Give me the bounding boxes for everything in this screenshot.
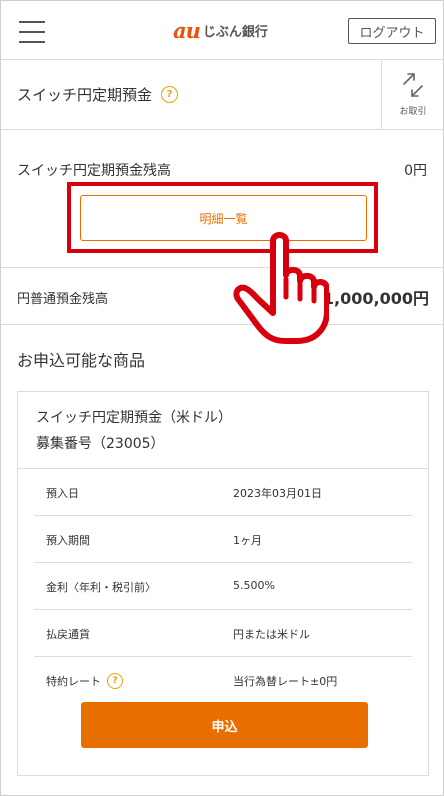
detail-key: 預入期間 [46,534,90,547]
product-card: スイッチ円定期預金（米ドル） 募集番号（23005） 預入日 2023年03月0… [17,391,429,776]
detail-value: 円または米ドル [233,628,310,641]
product-title: スイッチ円定期預金 ? [17,84,179,105]
app-header: au じぶん銀行 ログアウト [1,1,443,60]
logo-mark: au [173,17,201,43]
yen-balance-row: 円普通預金残高 1,000,000円 [1,268,443,325]
product-name: スイッチ円定期預金（米ドル） [36,410,232,426]
detail-value: 2023年03月01日 [233,487,322,500]
yen-balance-label: 円普通預金残高 [17,292,109,307]
detail-key: 預入日 [46,487,79,500]
special-rate-label: 特約レート [46,675,101,688]
product-card-header: スイッチ円定期預金（米ドル） 募集番号（23005） [18,392,428,469]
brand-logo: au じぶん銀行 [173,17,268,43]
balance-value: 0円 [404,163,427,179]
detail-key: 金利〈年利・税引前〉 [46,581,156,594]
yen-balance-value: 1,000,000円 [322,289,429,308]
detail-value: 当行為替レート±0円 [233,675,338,688]
help-icon[interactable]: ? [107,673,123,689]
swap-arrows-icon [403,73,423,97]
transaction-label: お取引 [399,107,427,117]
detail-row-special-rate: 特約レート ? 当行為替レート±0円 [34,657,412,703]
detail-row-deposit-date: 預入日 2023年03月01日 [34,469,412,516]
detail-key: 特約レート ? [46,673,123,689]
detail-key: 払戻通貨 [46,628,90,641]
app-frame: au じぶん銀行 ログアウト スイッチ円定期預金 ? お取引 スイッチ円定期預金… [0,0,444,796]
logout-button[interactable]: ログアウト [348,18,436,44]
menu-icon[interactable] [19,21,45,43]
product-title-label: スイッチ円定期預金 [17,86,153,104]
help-icon[interactable]: ? [161,86,179,103]
logo-text: じぶん銀行 [202,24,268,40]
section-title: お申込可能な商品 [17,351,146,370]
balance-label: スイッチ円定期預金残高 [17,163,171,179]
recruitment-number: 募集番号（23005） [36,436,165,452]
detail-value: 5.500% [233,579,275,592]
detail-row-currency: 払戻通貨 円または米ドル [34,610,412,657]
pointing-hand-icon [233,232,329,344]
apply-button[interactable]: 申込 [81,702,368,748]
product-header: スイッチ円定期預金 ? お取引 [1,60,443,130]
transaction-button[interactable]: お取引 [381,60,444,129]
balance-section: スイッチ円定期預金残高 0円 明細一覧 [1,130,443,268]
detail-row-term: 預入期間 1ヶ月 [34,516,412,563]
detail-value: 1ヶ月 [233,534,262,547]
detail-row-rate: 金利〈年利・税引前〉 5.500% [34,563,412,610]
